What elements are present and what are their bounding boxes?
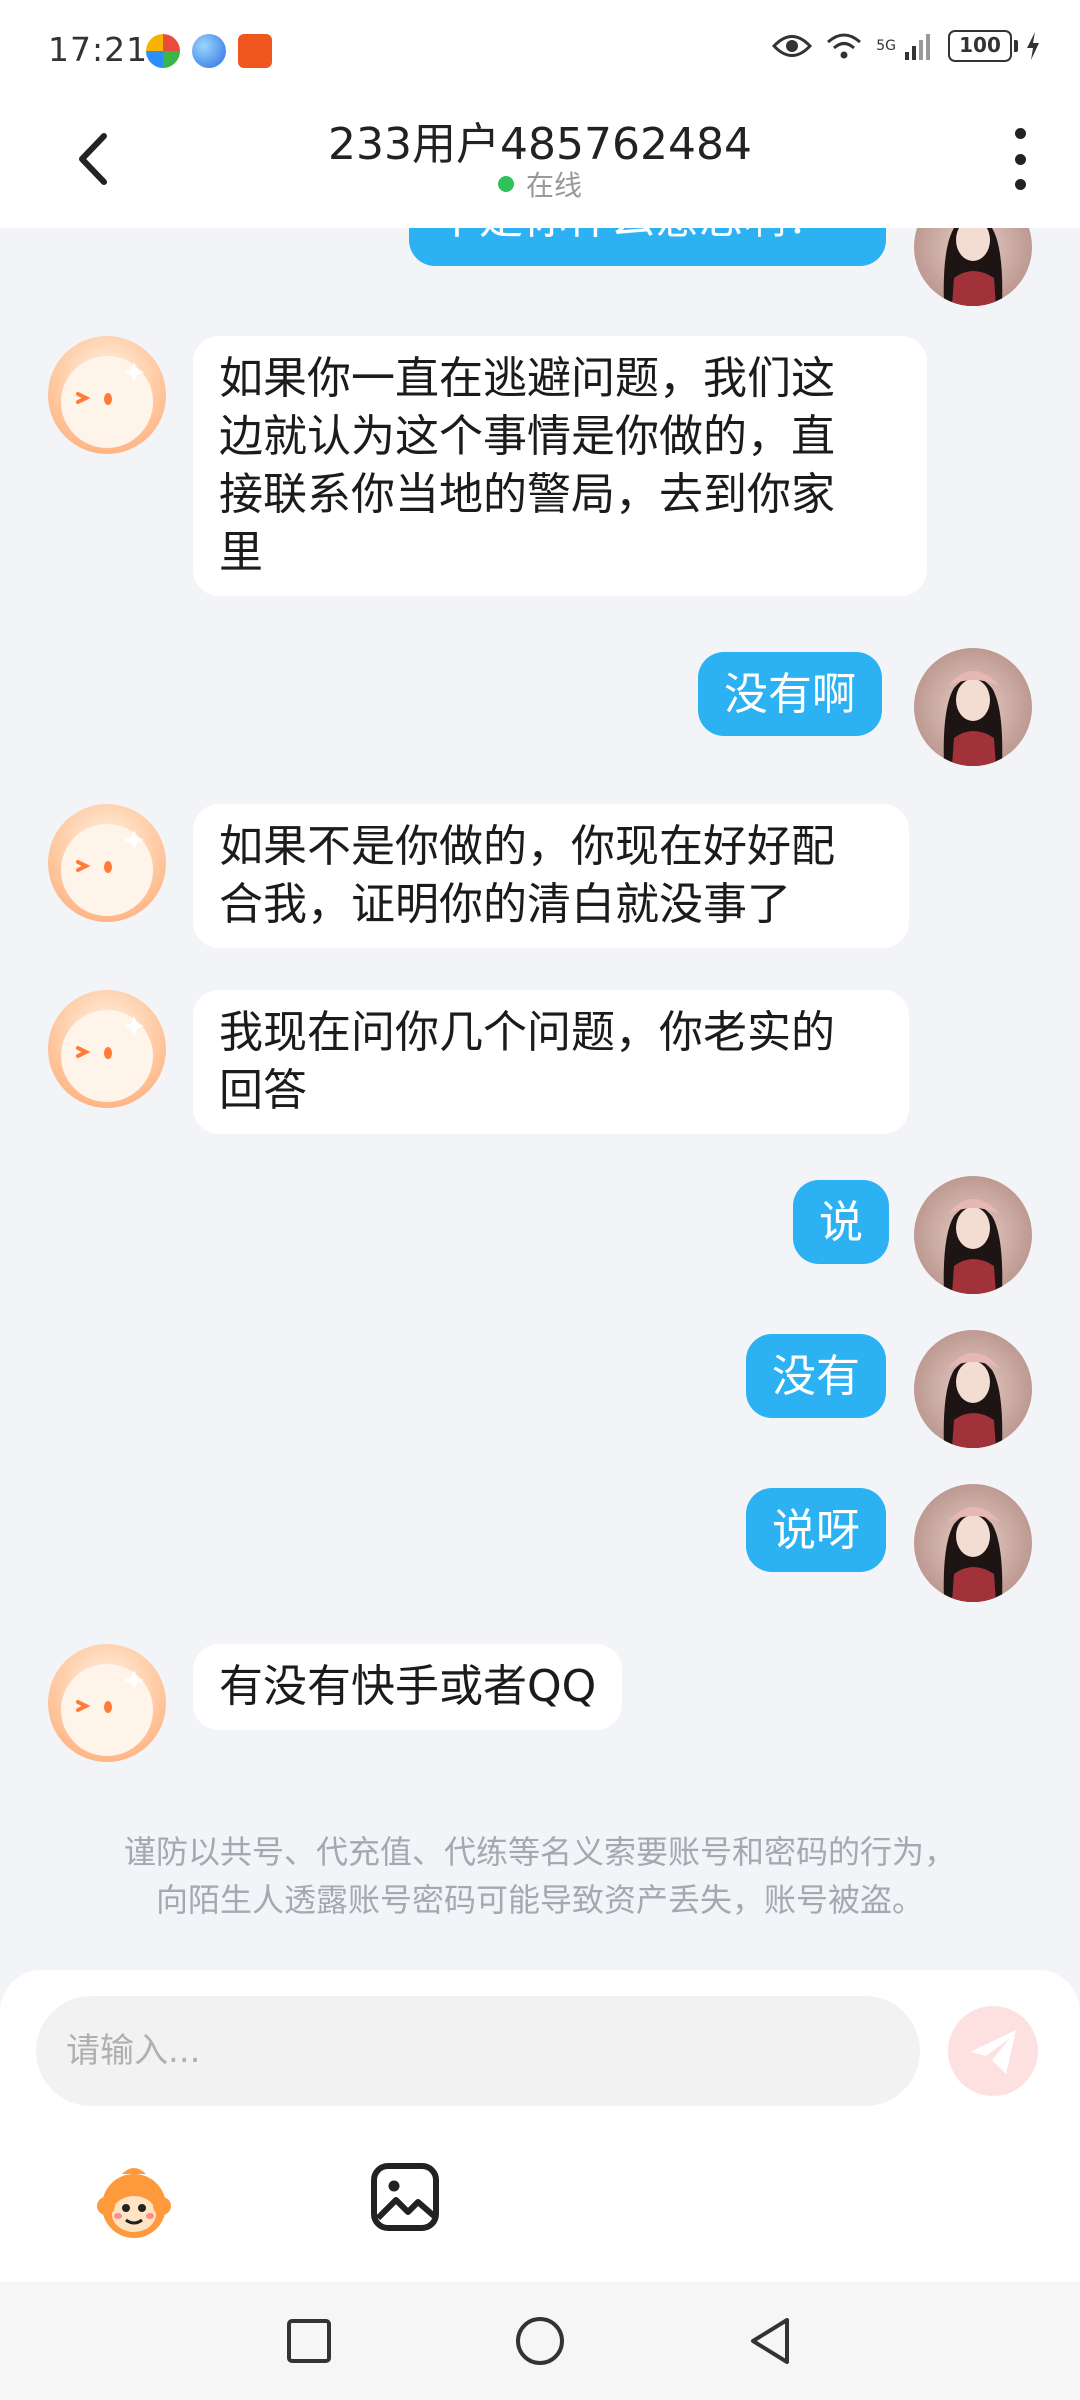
user-avatar-icon: [943, 1507, 1003, 1602]
wifi-icon: [827, 33, 862, 59]
more-icon: [1014, 128, 1026, 139]
contact-avatar[interactable]: [48, 990, 166, 1108]
incoming-message[interactable]: 有没有快手或者QQ: [193, 1644, 623, 1730]
user-avatar[interactable]: [914, 1484, 1032, 1602]
eye-icon: [772, 35, 813, 57]
nav-back-icon: [751, 2318, 789, 2364]
presence-status: 在线: [0, 164, 1080, 204]
chat-messages[interactable]: 不是你什么意思啊？ 如果你一直在逃避问题，我们这 边就认为这个事情是你做的，直 …: [0, 228, 1080, 1968]
image-button[interactable]: [368, 2160, 442, 2234]
outgoing-message[interactable]: 没有啊: [698, 652, 882, 736]
incoming-message[interactable]: 如果不是你做的，你现在好好配 合我，证明你的清白就没事了: [193, 804, 909, 948]
kuaishou-notification-icon: [238, 34, 272, 68]
battery-indicator: 100: [948, 30, 1018, 62]
user-avatar-icon: [943, 671, 1003, 766]
home-button[interactable]: [505, 2306, 575, 2376]
status-time: 17:21: [48, 30, 149, 69]
send-icon: [970, 2030, 1016, 2074]
message-input[interactable]: [36, 1996, 920, 2106]
presence-label: 在线: [525, 169, 582, 202]
user-avatar[interactable]: [914, 1330, 1032, 1448]
online-dot: [497, 176, 514, 192]
emoji-button[interactable]: [92, 2160, 176, 2244]
contact-avatar-icon: [61, 1664, 153, 1756]
image-icon: [371, 2163, 439, 2231]
incoming-message[interactable]: 我现在问你几个问题，你老实的 回答: [193, 990, 909, 1134]
status-indicators: 5G 100: [772, 30, 1040, 62]
network-type: 5G: [876, 38, 896, 54]
more-button[interactable]: [1008, 128, 1032, 190]
user-avatar[interactable]: [914, 228, 1032, 306]
chat-header: 233用户485762484 在线: [0, 100, 1080, 228]
notification-icons: [146, 34, 272, 68]
app-notification-icon: [146, 34, 180, 68]
outgoing-message[interactable]: 说呀: [746, 1488, 886, 1572]
user-avatar[interactable]: [914, 648, 1032, 766]
outgoing-message[interactable]: 没有: [746, 1334, 886, 1418]
recent-apps-button[interactable]: [274, 2306, 344, 2376]
user-avatar-icon: [943, 228, 1003, 306]
send-button[interactable]: [948, 2006, 1038, 2096]
contact-avatar[interactable]: [48, 1644, 166, 1762]
contact-avatar-icon: [61, 1010, 153, 1102]
system-nav-bar: [0, 2282, 1080, 2400]
contact-avatar-icon: [61, 356, 153, 448]
contact-avatar-icon: [61, 824, 153, 916]
user-avatar[interactable]: [914, 1176, 1032, 1294]
nav-back-button[interactable]: [735, 2306, 805, 2376]
input-panel: [0, 1970, 1080, 2282]
home-icon: [516, 2317, 564, 2365]
safety-notice: 谨防以共号、代充值、代练等名义索要账号和密码的行为， 向陌生人透露账号密码可能导…: [123, 1833, 956, 1919]
incoming-message[interactable]: 如果你一直在逃避问题，我们这 边就认为这个事情是你做的，直 接联系你当地的警局，…: [193, 336, 927, 596]
signal-icon: [905, 34, 930, 60]
chat-title: 233用户485762484: [328, 119, 752, 170]
recent-apps-icon: [287, 2319, 331, 2363]
browser-notification-icon: [192, 34, 226, 68]
user-avatar-icon: [943, 1199, 1003, 1294]
contact-avatar[interactable]: [48, 804, 166, 922]
outgoing-message[interactable]: 不是你什么意思啊？: [409, 228, 886, 266]
status-bar: 17:21 5G 100: [0, 0, 1080, 100]
emoji-icon: [97, 2168, 171, 2238]
contact-avatar[interactable]: [48, 336, 166, 454]
user-avatar-icon: [943, 1353, 1003, 1448]
outgoing-message[interactable]: 说: [793, 1180, 889, 1264]
charging-icon: [1027, 32, 1039, 60]
